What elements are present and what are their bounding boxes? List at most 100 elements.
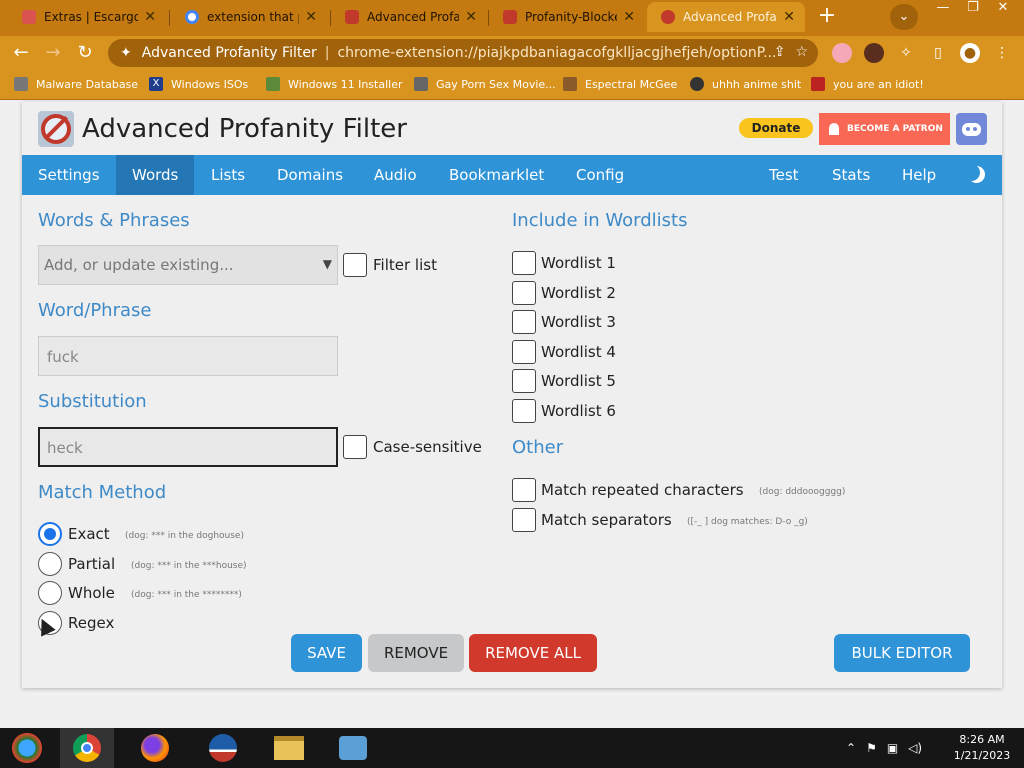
remove-button[interactable]: REMOVE — [368, 634, 464, 672]
match-exact-hint: (dog: *** in the doghouse) — [125, 531, 244, 541]
restore-icon[interactable]: ❐ — [958, 0, 988, 18]
anime-favicon-icon — [690, 77, 704, 91]
character-favicon-icon — [563, 77, 577, 91]
match-whole-radio[interactable] — [38, 581, 62, 605]
windows-taskbar: ⌃ ⚑ ▣ ◁) 8:26 AM 1/21/2023 — [0, 728, 1024, 768]
extensions-puzzle-icon[interactable]: ✧ — [896, 43, 916, 63]
bookmark-label: Espectral McGee — [585, 77, 678, 91]
tab-test[interactable]: Test — [753, 155, 815, 195]
close-tab-icon[interactable]: ✕ — [623, 9, 635, 25]
address-bar[interactable]: ✦ Advanced Profanity Filter | chrome-ext… — [108, 39, 818, 67]
action-center-flag-icon[interactable]: ⚑ — [866, 741, 877, 755]
browser-tab-5-active[interactable]: Advanced Profanity ✕ — [647, 2, 805, 32]
donate-button[interactable]: Donate — [739, 118, 813, 138]
volume-icon[interactable]: ◁) — [908, 741, 922, 755]
other-heading: Other — [512, 437, 564, 458]
bookmarks-bar: Malware Database X Windows ISOs Windows … — [0, 70, 1024, 100]
tab-title: Profanity-Blocker — [525, 10, 618, 24]
share-icon[interactable]: ⇪ — [774, 44, 786, 60]
minimize-icon[interactable]: — — [928, 0, 958, 18]
wordlist-3-checkbox[interactable] — [512, 310, 536, 334]
wordlist-6-checkbox[interactable] — [512, 399, 536, 423]
close-tab-icon[interactable]: ✕ — [783, 9, 795, 25]
menu-kebab-icon[interactable]: ⋮ — [992, 43, 1012, 63]
substitution-input[interactable]: heck — [38, 427, 338, 467]
wordlist-5-checkbox[interactable] — [512, 369, 536, 393]
match-partial-radio[interactable] — [38, 552, 62, 576]
extension-avatar-icon[interactable] — [864, 43, 884, 63]
word-phrase-input[interactable]: fuck — [38, 336, 338, 376]
discord-icon[interactable] — [956, 113, 987, 145]
obama-logo-taskbar-icon[interactable] — [196, 728, 250, 768]
bookmark-espectral-mcgee[interactable]: Espectral McGee — [563, 77, 677, 91]
wordlist-4-label: Wordlist 4 — [541, 343, 616, 361]
bookmark-windows-isos[interactable]: X Windows ISOs — [149, 77, 248, 91]
wordlist-1-checkbox[interactable] — [512, 251, 536, 275]
file-explorer-taskbar-icon[interactable] — [262, 728, 316, 768]
bookmark-star-icon[interactable]: ☆ — [795, 44, 808, 60]
bookmark-windows-11-installer[interactable]: Windows 11 Installer — [266, 77, 403, 91]
bookmark-label: Windows 11 Installer — [288, 77, 403, 91]
tab-search-chevron-icon[interactable]: ⌄ — [890, 4, 918, 30]
x-logo-icon: X — [149, 77, 163, 91]
forward-arrow-icon[interactable]: → — [40, 40, 66, 66]
match-repeated-label: Match repeated characters — [541, 481, 744, 499]
network-app-taskbar-icon[interactable] — [326, 728, 380, 768]
bookmark-you-are-an-idiot[interactable]: you are an idiot! — [811, 77, 924, 91]
extension-flag-icon[interactable] — [832, 43, 852, 63]
app-logo-icon — [38, 111, 74, 147]
browser-tab-3[interactable]: Advanced Profanity ✕ — [331, 2, 487, 32]
wordlist-6-label: Wordlist 6 — [541, 402, 616, 420]
tray-expand-chevron-icon[interactable]: ⌃ — [846, 741, 856, 755]
browser-tab-4[interactable]: Profanity-Blocker ✕ — [489, 2, 645, 32]
back-arrow-icon[interactable]: ← — [8, 40, 34, 66]
become-patron-button[interactable]: BECOME A PATRON — [819, 113, 950, 145]
filter-list-checkbox[interactable] — [343, 253, 367, 277]
match-whole-label: Whole — [68, 584, 115, 602]
wordlist-4-checkbox[interactable] — [512, 340, 536, 364]
start-button-icon[interactable] — [0, 728, 54, 768]
tab-bookmarklet[interactable]: Bookmarklet — [433, 155, 560, 195]
tab-config[interactable]: Config — [560, 155, 640, 195]
taskbar-clock[interactable]: 8:26 AM 1/21/2023 — [946, 732, 1018, 764]
dark-mode-moon-icon[interactable] — [968, 166, 985, 183]
wordlist-2-checkbox[interactable] — [512, 281, 536, 305]
bookmark-label: you are an idiot! — [833, 77, 924, 91]
tab-audio[interactable]: Audio — [358, 155, 433, 195]
browser-tab-2[interactable]: extension that put ✕ — [171, 2, 327, 32]
bookmark-gay-porn[interactable]: Gay Porn Sex Movie... — [414, 77, 556, 91]
tab-lists[interactable]: Lists — [195, 155, 261, 195]
chrome-taskbar-icon[interactable] — [60, 728, 114, 768]
profanity-filter-favicon-icon — [661, 10, 675, 24]
close-tab-icon[interactable]: ✕ — [144, 9, 156, 25]
bookmark-malware-database[interactable]: Malware Database — [14, 77, 138, 91]
match-whole-hint: (dog: *** in the ********) — [131, 590, 242, 600]
case-sensitive-checkbox[interactable] — [343, 435, 367, 459]
match-method-heading: Match Method — [38, 482, 167, 503]
system-tray: ⌃ ⚑ ▣ ◁) — [846, 741, 922, 755]
close-window-icon[interactable]: ✕ — [988, 0, 1018, 18]
tab-domains[interactable]: Domains — [261, 155, 359, 195]
match-separators-checkbox[interactable] — [512, 508, 536, 532]
remove-all-button[interactable]: REMOVE ALL — [469, 634, 597, 672]
browser-toolbar: ← → ↻ ✦ Advanced Profanity Filter | chro… — [0, 36, 1024, 70]
side-panel-icon[interactable]: ▯ — [928, 43, 948, 63]
tab-words[interactable]: Words — [116, 155, 195, 195]
bulk-editor-button[interactable]: BULK EDITOR — [834, 634, 970, 672]
tab-stats[interactable]: Stats — [816, 155, 886, 195]
close-tab-icon[interactable]: ✕ — [305, 9, 317, 25]
reload-icon[interactable]: ↻ — [72, 40, 98, 66]
profile-icon[interactable]: ● — [960, 43, 980, 63]
word-select-dropdown[interactable]: Add, or update existing... ▼ — [38, 245, 338, 285]
tab-settings[interactable]: Settings — [22, 155, 116, 195]
network-icon[interactable]: ▣ — [887, 741, 898, 755]
new-tab-plus-icon[interactable]: + — [815, 5, 839, 29]
bookmark-anime[interactable]: uhhh anime shit — [690, 77, 801, 91]
match-repeated-checkbox[interactable] — [512, 478, 536, 502]
tab-help[interactable]: Help — [886, 155, 952, 195]
close-tab-icon[interactable]: ✕ — [465, 9, 477, 25]
save-button[interactable]: SAVE — [291, 634, 362, 672]
browser-tab-1[interactable]: Extras | Escargot ✕ — [8, 2, 166, 32]
firefox-taskbar-icon[interactable] — [128, 728, 182, 768]
match-exact-radio[interactable] — [38, 522, 62, 546]
